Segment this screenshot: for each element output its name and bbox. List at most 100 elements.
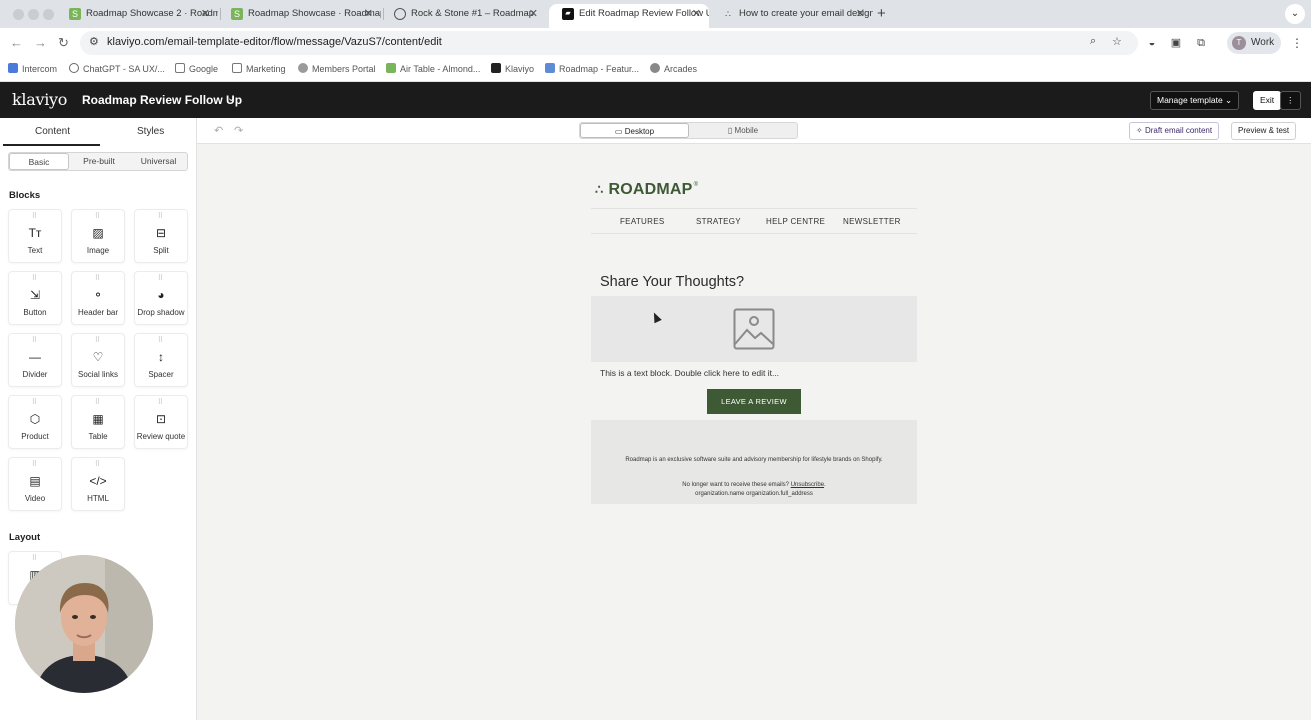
image-placeholder[interactable] [591,296,917,362]
nav-newsletter[interactable]: NEWSLETTER [843,217,901,226]
close-icon[interactable]: ✕ [201,4,210,24]
segment-universal[interactable]: Universal [129,153,188,170]
profile-button[interactable]: T Work [1227,32,1281,54]
block-button[interactable]: ⠿ ⇲ Button [8,271,62,325]
drag-handle-icon[interactable]: ⠿ [135,274,187,282]
klaviyo-logo[interactable]: klaviyo [12,90,67,109]
blocks-heading: Blocks [9,190,41,201]
browser-tab[interactable]: Rock & Stone #1 – Roadmap ✕ [381,4,546,28]
block-text[interactable]: ⠿ Tт Text [8,209,62,263]
template-title[interactable]: Roadmap Review Follow Up [82,93,242,107]
manage-template-button[interactable]: Manage template ⌄ [1150,91,1240,110]
roadmap-logo[interactable]: ∴ ROADMAP® [595,181,698,199]
window-minimize-control[interactable] [28,9,39,20]
nav-help-centre[interactable]: HELP CENTRE [766,217,825,226]
bookmark-item[interactable]: Google [175,63,218,74]
bookmark-item[interactable]: Arcades [650,63,697,74]
block-header-bar[interactable]: ⠿ ⚬ Header bar [71,271,125,325]
bookmark-item[interactable]: Intercom [8,63,57,74]
bookmark-item[interactable]: Marketing [232,63,286,74]
email-nav-bar[interactable]: FEATURES STRATEGY HELP CENTRE NEWSLETTER [591,208,917,234]
bookmark-item[interactable]: Air Table - Almond... [386,63,480,74]
segment-pre-built[interactable]: Pre-built [69,153,129,170]
drag-handle-icon[interactable]: ⠿ [9,336,61,344]
drag-handle-icon[interactable]: ⠿ [135,212,187,220]
close-icon[interactable]: ✕ [364,4,373,24]
tab-styles[interactable]: Styles [137,126,164,137]
drag-handle-icon[interactable]: ⠿ [135,336,187,344]
drag-handle-icon[interactable]: ⠿ [9,274,61,282]
email-footer[interactable]: Roadmap is an exclusive software suite a… [591,420,917,504]
email-heading[interactable]: Share Your Thoughts? [600,274,744,290]
reload-icon[interactable]: ↻ [58,35,69,51]
close-icon[interactable]: ✕ [692,4,701,24]
redo-icon[interactable]: ↷ [234,124,243,137]
bookmark-star-icon[interactable]: ☆ [1112,35,1122,48]
block-review-quote[interactable]: ⠿ ⊡ Review quote [134,395,188,449]
drag-handle-icon[interactable]: ⠿ [9,212,61,220]
block-spacer[interactable]: ⠿ ↕ Spacer [134,333,188,387]
extensions-puzzle-icon[interactable]: ⧉ [1194,36,1208,50]
klaviyo-icon: ▰ [562,8,574,20]
tab-content[interactable]: Content [35,126,70,137]
block-social-links[interactable]: ⠿ ♡ Social links [71,333,125,387]
block-video[interactable]: ⠿ ▤ Video [8,457,62,511]
drag-handle-icon[interactable]: ⠿ [9,398,61,406]
drag-handle-icon[interactable]: ⠿ [135,398,187,406]
drag-handle-icon[interactable]: ⠿ [72,336,124,344]
leave-review-button[interactable]: LEAVE A REVIEW [707,389,801,414]
drag-handle-icon[interactable]: ⠿ [72,460,124,468]
product-icon: ⬡ [29,412,41,426]
desktop-toggle[interactable]: ▭ Desktop [580,123,689,138]
extension-icon[interactable]: ◒ [1145,36,1159,50]
exit-button[interactable]: Exit [1253,91,1282,110]
more-options-icon[interactable]: ⋮ [1280,91,1301,110]
block-image[interactable]: ⠿ ▨ Image [71,209,125,263]
block-split[interactable]: ⠿ ⊟ Split [134,209,188,263]
extension-icon[interactable]: ▣ [1169,36,1183,50]
unsubscribe-link[interactable]: Unsubscribe [791,482,824,488]
block-divider[interactable]: ⠿ — Divider [8,333,62,387]
forward-icon[interactable]: → [34,35,47,51]
block-product[interactable]: ⠿ ⬡ Product [8,395,62,449]
browser-tab[interactable]: S Roadmap Showcase 2 · Roadmap ✕ [56,4,218,28]
mobile-toggle[interactable]: ▯ Mobile [689,123,797,138]
browser-tab-active[interactable]: ▰ Edit Roadmap Review Follow Up ✕ [549,4,709,28]
close-icon[interactable]: ✕ [529,4,538,24]
segment-basic[interactable]: Basic [9,153,69,170]
browser-tab[interactable]: S Roadmap Showcase · Roadmap ✕ [218,4,381,28]
back-icon[interactable]: ← [10,35,23,51]
browser-tab[interactable]: ∴ How to create your email design ✕ [709,4,873,28]
drag-handle-icon[interactable]: ⠿ [9,460,61,468]
email-text-block[interactable]: This is a text block. Double click here … [600,368,779,378]
block-table[interactable]: ⠿ ▦ Table [71,395,125,449]
nav-features[interactable]: FEATURES [620,217,664,226]
block-html[interactable]: ⠿ </> HTML [71,457,125,511]
bookmark-item[interactable]: ChatGPT - SA UX/... [69,63,165,74]
drag-handle-icon[interactable]: ⠿ [72,398,124,406]
app-header: klaviyo Roadmap Review Follow Up ⌄ Manag… [0,82,1311,118]
zoom-icon[interactable]: ⌕ [1090,35,1096,48]
block-drop-shadow[interactable]: ⠿ ◕ Drop shadow [134,271,188,325]
close-icon[interactable]: ✕ [856,4,865,24]
window-zoom-control[interactable] [43,9,54,20]
drag-handle-icon[interactable]: ⠿ [72,274,124,282]
url-text[interactable]: klaviyo.com/email-template-editor/flow/m… [107,36,442,48]
bookmark-item[interactable]: Members Portal [298,63,376,74]
tab-search-chevron-icon[interactable]: ⌄ [1285,4,1305,24]
draft-email-content-button[interactable]: ✧ Draft email content [1129,122,1220,140]
block-label: Button [23,308,47,317]
drag-handle-icon[interactable]: ⠿ [72,212,124,220]
chevron-down-icon[interactable]: ⌄ [227,93,235,104]
bookmark-item[interactable]: Klaviyo [491,63,534,74]
new-tab-icon[interactable]: + [877,4,886,24]
sparkle-icon: ✧ [1136,126,1143,135]
bookmark-item[interactable]: Roadmap - Featur... [545,63,639,74]
site-info-icon[interactable]: ⚙ [89,35,99,48]
nav-strategy[interactable]: STRATEGY [696,217,741,226]
undo-icon[interactable]: ↶ [214,124,223,137]
window-close-control[interactable] [13,9,24,20]
browser-menu-icon[interactable]: ⋮ [1291,36,1303,50]
address-bar[interactable]: ⚙ klaviyo.com/email-template-editor/flow… [80,31,1138,55]
preview-test-button[interactable]: Preview & test [1231,122,1297,140]
